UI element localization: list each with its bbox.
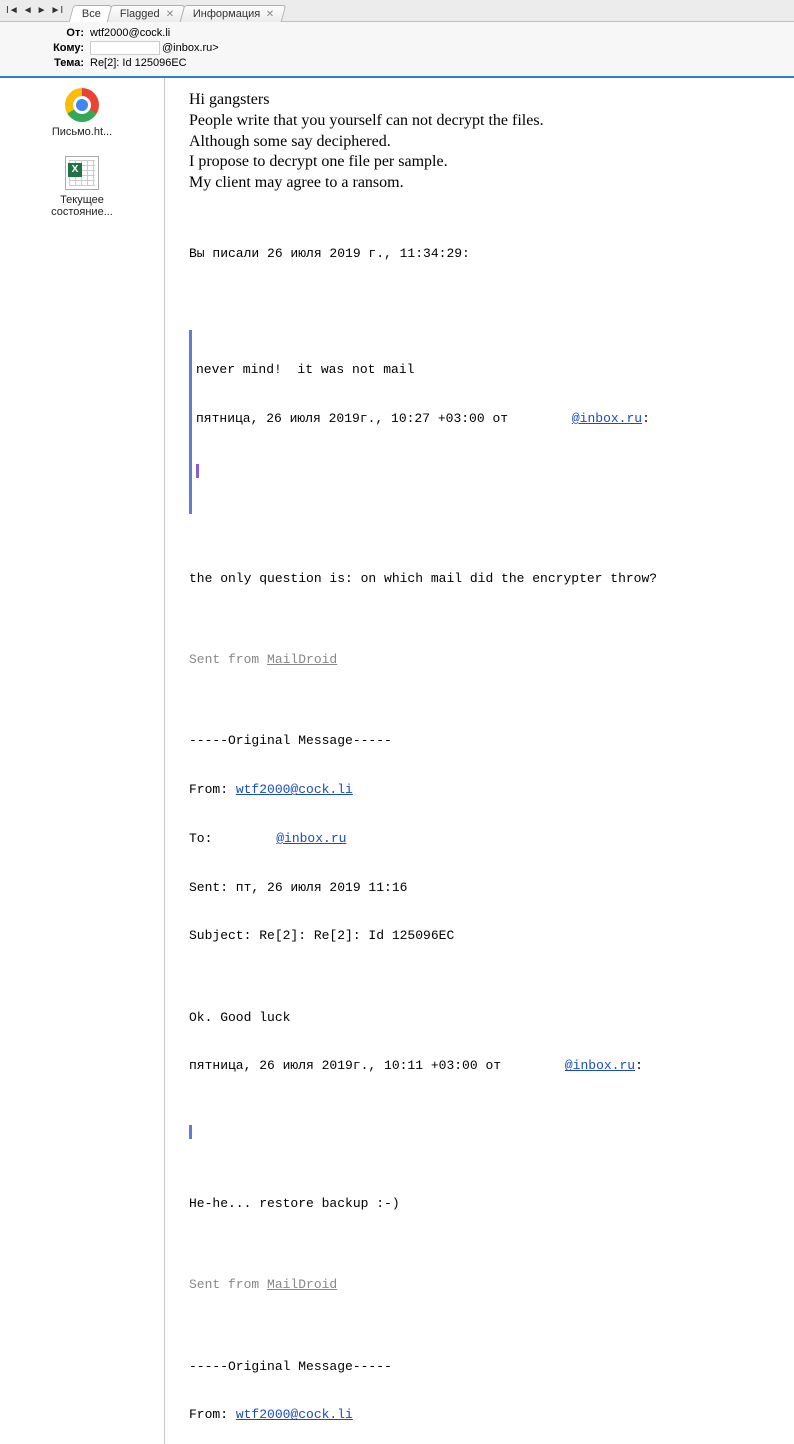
header-to-row: Кому: @inbox.ru> xyxy=(0,40,794,56)
quote-text: never mind! it was not mail xyxy=(196,362,776,378)
inbox-link[interactable]: @inbox.ru xyxy=(565,1058,635,1073)
greeting-line: People write that you yourself can not d… xyxy=(189,111,776,132)
attachment-html[interactable]: Письмо.ht... xyxy=(4,88,160,138)
nav-first-icon[interactable]: I◄ xyxy=(6,5,19,16)
attachment-label: Текущее состояние... xyxy=(4,194,160,218)
nav-last-icon[interactable]: ►I xyxy=(51,5,64,16)
inbox-link[interactable]: @inbox.ru xyxy=(572,411,642,426)
orig-from: From: wtf2000@cock.li xyxy=(189,1407,776,1423)
greeting-line: I propose to decrypt one file per sample… xyxy=(189,152,776,173)
question-line: the only question is: on which mail did … xyxy=(189,571,776,587)
greeting-line: Hi gangsters xyxy=(189,90,776,111)
tab-all[interactable]: Все xyxy=(69,5,113,22)
wrote-line: Вы писали 26 июля 2019 г., 11:34:29: xyxy=(189,246,776,262)
maildroid-link[interactable]: MailDroid xyxy=(267,652,337,667)
from-value: wtf2000@cock.li xyxy=(90,27,786,39)
from-link[interactable]: wtf2000@cock.li xyxy=(236,1407,353,1422)
message-body: Hi gangsters People write that you yours… xyxy=(165,78,794,1444)
toolbar: I◄ ◄ ► ►I Все Flagged ✕ Информация ✕ xyxy=(0,0,794,22)
ok-line: Ok. Good luck xyxy=(189,1010,776,1026)
nav-prev-icon[interactable]: ◄ xyxy=(23,5,33,16)
greeting-line: Although some say deciphered. xyxy=(189,132,776,153)
to-link[interactable]: @inbox.ru xyxy=(276,831,346,846)
to-suffix: @inbox.ru> xyxy=(162,42,219,54)
tab-label: Все xyxy=(82,8,101,20)
tab-info[interactable]: Информация ✕ xyxy=(180,5,286,22)
attachment-excel[interactable]: Текущее состояние... xyxy=(4,156,160,218)
close-icon[interactable]: ✕ xyxy=(267,8,275,19)
subject-label: Тема: xyxy=(8,57,90,69)
tab-bar: Все Flagged ✕ Информация ✕ xyxy=(71,0,283,22)
email-headers: От: wtf2000@cock.li Кому: @inbox.ru> Тем… xyxy=(0,22,794,78)
orig-to: To: @inbox.ru xyxy=(189,831,776,847)
nav-next-icon[interactable]: ► xyxy=(37,5,47,16)
greeting-line: My client may agree to a ransom. xyxy=(189,173,776,194)
quote-level-1: never mind! it was not mail пятница, 26 … xyxy=(189,330,776,515)
tab-label: Flagged xyxy=(120,8,160,20)
maildroid-link[interactable]: MailDroid xyxy=(267,1277,337,1292)
greeting-block: Hi gangsters People write that you yours… xyxy=(189,90,776,194)
quote-level-1 xyxy=(189,1125,776,1139)
orig-sent: Sent: пт, 26 июля 2019 11:16 xyxy=(189,880,776,896)
to-value: @inbox.ru> xyxy=(90,41,786,55)
subject-value: Re[2]: Id 125096EC xyxy=(90,57,786,69)
header-from-row: От: wtf2000@cock.li xyxy=(0,26,794,40)
from-label: От: xyxy=(8,27,90,39)
to-label: Кому: xyxy=(8,42,90,54)
excel-icon xyxy=(4,156,160,190)
close-icon[interactable]: ✕ xyxy=(166,8,174,19)
header-subject-row: Тема: Re[2]: Id 125096EC xyxy=(0,56,794,70)
orig-from: From: wtf2000@cock.li xyxy=(189,782,776,798)
from-link[interactable]: wtf2000@cock.li xyxy=(236,782,353,797)
tab-label: Информация xyxy=(193,8,260,20)
sent-from-line: Sent from MailDroid xyxy=(189,652,776,668)
attachment-label: Письмо.ht... xyxy=(4,126,160,138)
hehe-line: He-he... restore backup :-) xyxy=(189,1196,776,1212)
orig-subject: Subject: Re[2]: Re[2]: Id 125096EC xyxy=(189,928,776,944)
redacted-name xyxy=(90,41,160,55)
quote-date-row: пятница, 26 июля 2019г., 10:27 +03:00 от… xyxy=(196,411,776,427)
nav-controls: I◄ ◄ ► ►I xyxy=(6,5,71,16)
date-row: пятница, 26 июля 2019г., 10:11 +03:00 от… xyxy=(189,1058,776,1074)
tab-flagged[interactable]: Flagged ✕ xyxy=(107,5,186,22)
thread-block: Вы писали 26 июля 2019 г., 11:34:29: nev… xyxy=(189,214,776,1444)
orig-header: -----Original Message----- xyxy=(189,1359,776,1375)
orig-header: -----Original Message----- xyxy=(189,733,776,749)
chrome-icon xyxy=(4,88,160,122)
attachments-sidebar: Письмо.ht... Текущее состояние... xyxy=(0,78,165,1444)
quote-level-2 xyxy=(196,464,776,478)
main-area: Письмо.ht... Текущее состояние... Hi gan… xyxy=(0,78,794,1444)
sent-from-line: Sent from MailDroid xyxy=(189,1277,776,1293)
